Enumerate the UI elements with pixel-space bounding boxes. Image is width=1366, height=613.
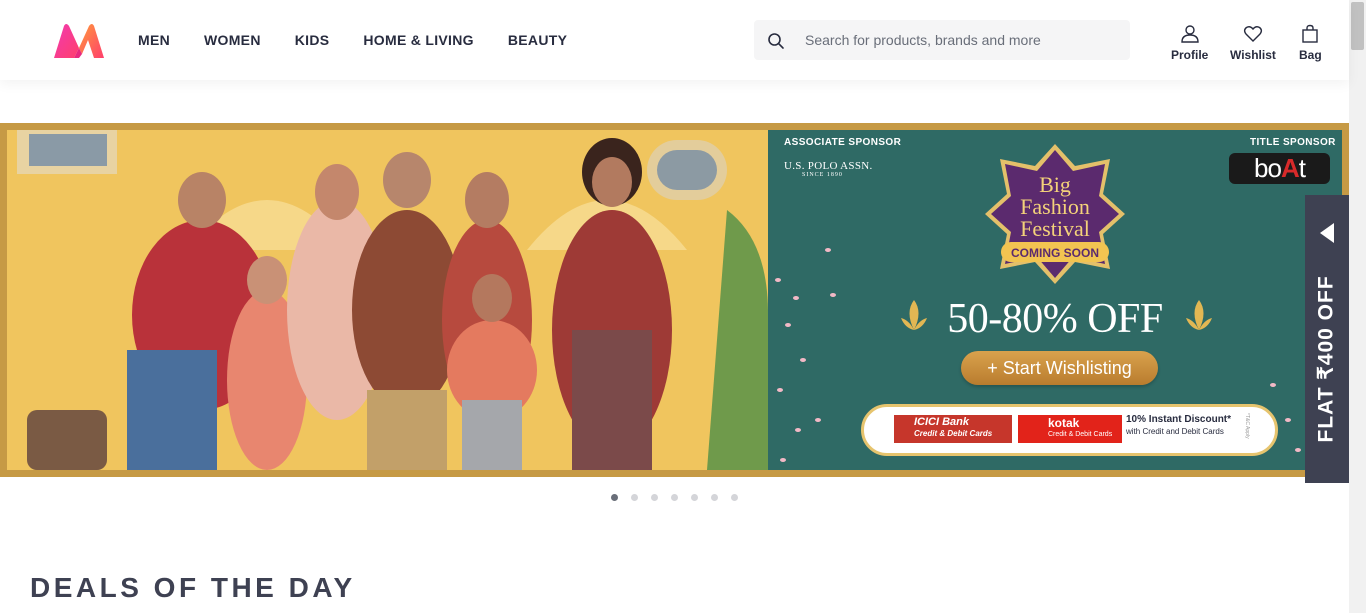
nav-beauty[interactable]: BEAUTY xyxy=(508,31,567,49)
carousel-dot-4[interactable] xyxy=(671,494,678,501)
carousel-dot-3[interactable] xyxy=(651,494,658,501)
caret-left-icon xyxy=(1320,223,1334,243)
nav-men[interactable]: MEN xyxy=(138,31,170,49)
heart-icon xyxy=(1243,26,1263,42)
hero-banner[interactable]: ASSOCIATE SPONSOR U.S. POLO ASSN. SINCE … xyxy=(0,123,1349,477)
bag-icon xyxy=(1302,24,1319,43)
deals-of-the-day-heading: DEALS OF THE DAY xyxy=(30,572,356,603)
profile-icon xyxy=(1180,25,1199,43)
banner-promo-panel: ASSOCIATE SPONSOR U.S. POLO ASSN. SINCE … xyxy=(768,130,1342,470)
wishlist-label: Wishlist xyxy=(1230,48,1276,62)
carousel-dot-6[interactable] xyxy=(711,494,718,501)
site-header: MEN WOMEN KIDS HOME & LIVING BEAUTY Prof… xyxy=(0,0,1349,80)
banner-photo xyxy=(7,130,768,470)
wishlist-button[interactable]: Wishlist xyxy=(1230,24,1276,62)
bag-button[interactable]: Bag xyxy=(1299,24,1322,62)
nav-kids[interactable]: KIDS xyxy=(295,31,330,49)
flat-offer-label: FLAT ₹400 OFF xyxy=(1314,275,1338,443)
petal-decoration xyxy=(775,248,1316,462)
scrollbar-thumb[interactable] xyxy=(1351,2,1364,50)
search-input[interactable] xyxy=(805,21,1115,59)
search-bar xyxy=(754,20,1130,60)
page-scrollbar[interactable] xyxy=(1349,0,1366,613)
profile-button[interactable]: Profile xyxy=(1171,24,1208,62)
flat-offer-side-tab[interactable]: FLAT ₹400 OFF xyxy=(1305,195,1349,483)
search-icon[interactable] xyxy=(767,32,785,50)
carousel-dot-5[interactable] xyxy=(691,494,698,501)
bag-label: Bag xyxy=(1299,48,1322,62)
main-nav: MEN WOMEN KIDS HOME & LIVING BEAUTY xyxy=(138,31,601,49)
nav-home-living[interactable]: HOME & LIVING xyxy=(363,31,473,49)
carousel-dots xyxy=(611,494,751,501)
myntra-logo[interactable] xyxy=(52,22,106,60)
carousel-dot-7[interactable] xyxy=(731,494,738,501)
nav-women[interactable]: WOMEN xyxy=(204,31,261,49)
family-photo-image xyxy=(7,130,768,470)
profile-label: Profile xyxy=(1171,48,1209,62)
carousel-dot-2[interactable] xyxy=(631,494,638,501)
carousel-dot-1[interactable] xyxy=(611,494,618,501)
